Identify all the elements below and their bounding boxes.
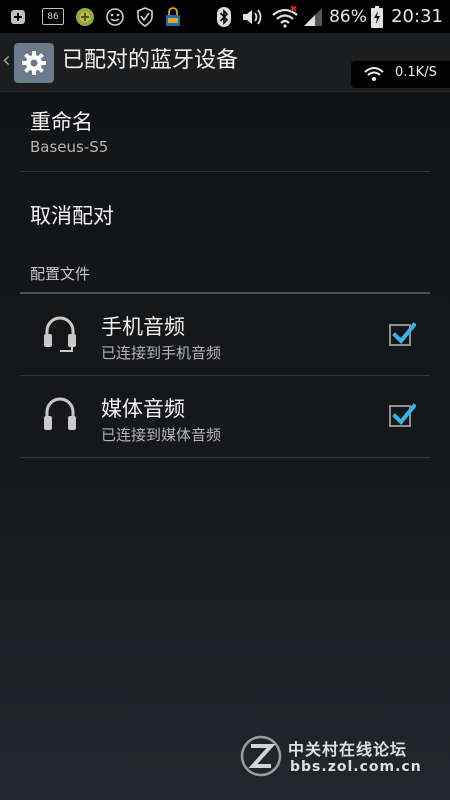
- wifi-small-icon: [364, 67, 384, 81]
- profile-title-media-audio: 媒体音频: [101, 397, 185, 421]
- wifi-icon: [270, 0, 300, 33]
- volume-icon: [240, 0, 266, 33]
- divider: [20, 457, 430, 458]
- watermark-title: 中关村在线论坛: [288, 740, 408, 759]
- media-audio-checkbox[interactable]: [389, 403, 416, 427]
- network-speed-text: 0.1K/S: [395, 65, 437, 80]
- unpair-row[interactable]: 取消配对: [0, 172, 450, 252]
- lock-icon: [162, 0, 184, 33]
- profile-status-phone-audio: 已连接到手机音频: [101, 344, 222, 362]
- network-speed-badge: 0.1K/S: [351, 61, 450, 88]
- rename-row[interactable]: 重命名 Baseus-S5: [0, 92, 450, 172]
- profile-item-phone-audio[interactable]: 手机音频 已连接到手机音频: [0, 294, 450, 375]
- page-title: 已配对的蓝牙设备: [62, 48, 239, 73]
- screen: 86 86% 20:31 ‹ 已配对的蓝牙设备 0.1K/S 重命名 Baseu…: [0, 0, 450, 800]
- headset-mic-icon: [44, 316, 76, 352]
- battery-percent: 86%: [328, 0, 368, 33]
- plus-notification-icon: [6, 0, 30, 33]
- clock: 20:31: [390, 0, 444, 33]
- back-chevron-icon[interactable]: ‹: [2, 46, 11, 76]
- battery-icon: [369, 0, 385, 33]
- profile-item-media-audio[interactable]: 媒体音频 已连接到媒体音频: [0, 376, 450, 457]
- badge-86-icon: 86: [40, 0, 66, 33]
- settings-gear-icon[interactable]: [14, 43, 54, 83]
- section-header-profiles: 配置文件: [30, 265, 91, 283]
- zol-logo-icon: [240, 735, 282, 777]
- status-bar: 86 86% 20:31: [0, 0, 450, 33]
- face-icon: [104, 0, 126, 33]
- headphones-icon: [44, 397, 76, 430]
- profile-status-media-audio: 已连接到媒体音频: [101, 426, 222, 444]
- clock-text: 20:31: [391, 6, 443, 27]
- watermark-url: bbs.zol.com.cn: [290, 759, 422, 775]
- checkmark-icon: [392, 403, 416, 425]
- profile-title-phone-audio: 手机音频: [101, 315, 185, 339]
- game-icon: [74, 0, 96, 33]
- shield-icon: [134, 0, 156, 33]
- signal-icon: [302, 0, 324, 33]
- phone-audio-checkbox[interactable]: [389, 322, 416, 346]
- device-name: Baseus-S5: [30, 138, 109, 156]
- rename-label: 重命名: [30, 110, 93, 134]
- unpair-label: 取消配对: [30, 204, 114, 228]
- bluetooth-icon: [214, 0, 234, 33]
- checkmark-icon: [392, 322, 416, 344]
- battery-percent-text: 86%: [329, 6, 367, 27]
- notification-badge-text: 86: [47, 11, 59, 22]
